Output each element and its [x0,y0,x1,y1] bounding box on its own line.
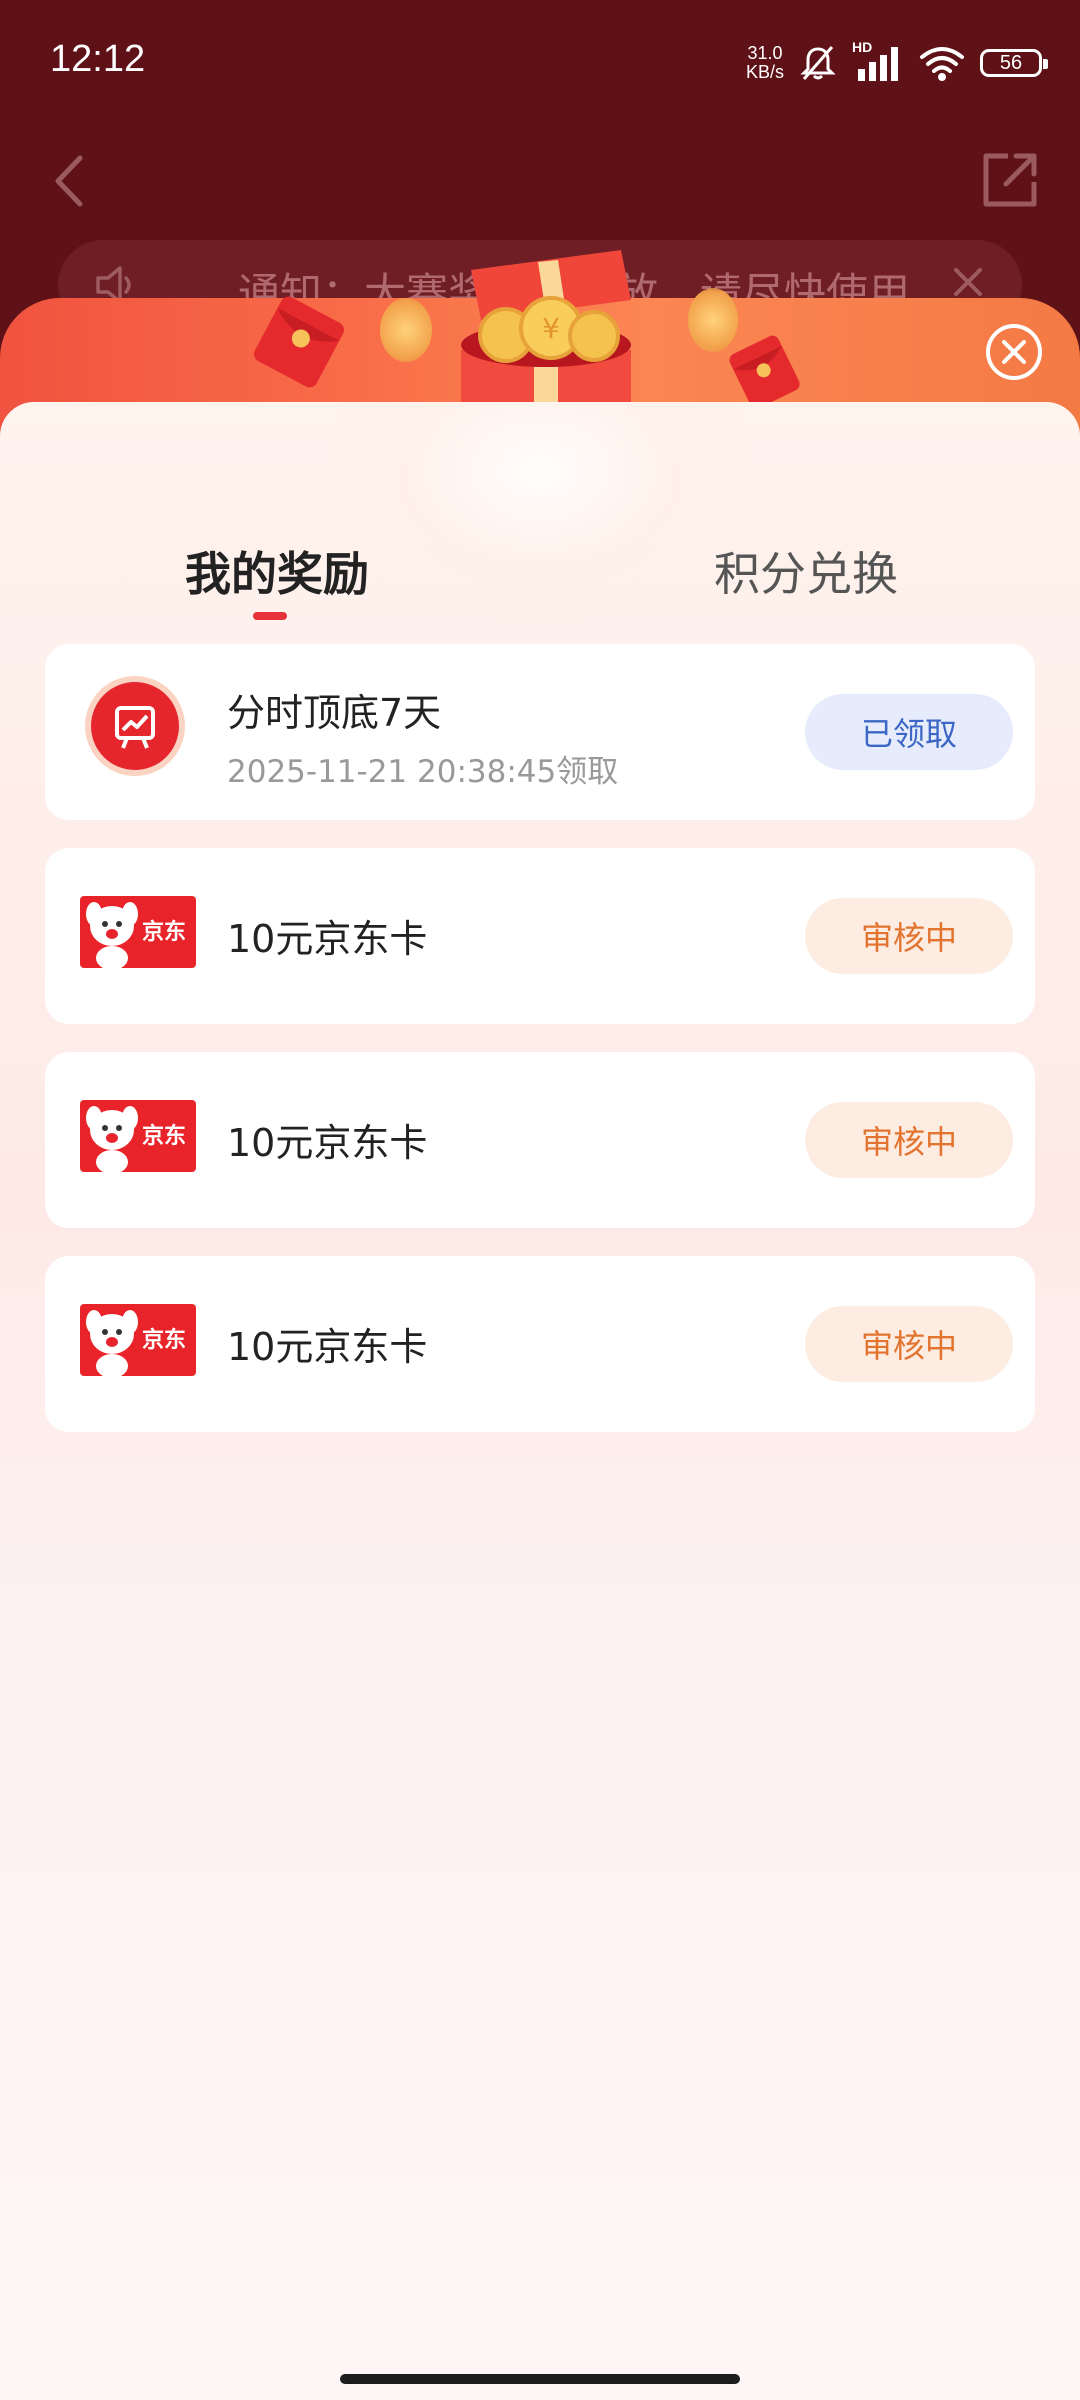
gold-coin-blur-left [380,298,432,362]
back-arrow-icon[interactable] [40,148,100,214]
claimed-button[interactable]: 已领取 [805,694,1013,770]
jd-card-label: 京东 [142,920,187,945]
under-review-label: 审核中 [860,1327,957,1365]
reward-title: 10元京东卡 [227,917,428,961]
jd-dog-icon [86,902,138,968]
sheet-glow [330,402,750,622]
gold-coin-blur-right [688,288,738,352]
red-envelope-left-icon [254,296,344,388]
sheet-body: 我的奖励 积分兑换 分时顶底7天 2025-11-21 20:38:45领取 已… [0,402,1080,2400]
jd-dog-icon [86,1310,138,1376]
reward-title: 分时顶底7天 [227,691,442,735]
chart-badge-icon [85,676,185,776]
tab-my-rewards[interactable]: 我的奖励 [185,538,369,604]
battery-indicator: 56 [980,49,1048,77]
share-icon[interactable] [978,148,1042,212]
svg-text:¥: ¥ [542,312,560,345]
network-speed-unit: KB/s [745,62,784,82]
reward-card: 京东 10元京东卡 审核中 [45,1052,1035,1228]
reward-claim-time: 2025-11-21 20:38:45领取 [227,754,619,790]
close-sheet-icon[interactable] [984,322,1044,382]
under-review-button[interactable]: 审核中 [805,1102,1013,1178]
network-speed: 31.0 KB/s [746,44,784,82]
notice-close-icon[interactable] [948,262,988,302]
under-review-button[interactable]: 审核中 [805,1306,1013,1382]
under-review-button[interactable]: 审核中 [805,898,1013,974]
jd-card-label: 京东 [142,1328,187,1353]
jd-card-icon: 京东 [80,896,196,968]
rewards-sheet: ¥ 我的奖励 积分兑换 分时顶底7天 2025-11-21 20:38:45领取… [0,250,1080,2400]
jd-card-icon: 京东 [80,1304,196,1376]
reward-title: 10元京东卡 [227,1121,428,1165]
tab-points-exchange[interactable]: 积分兑换 [714,538,898,604]
reward-card: 分时顶底7天 2025-11-21 20:38:45领取 已领取 [45,644,1035,820]
status-time: 12:12 [50,38,146,80]
home-indicator[interactable] [340,2374,740,2384]
reward-card: 京东 10元京东卡 审核中 [45,848,1035,1024]
signal-bars-icon [858,47,898,81]
claimed-button-label: 已领取 [860,715,957,753]
jd-dog-icon [86,1106,138,1172]
wifi-icon [920,47,964,81]
reward-card: 京东 10元京东卡 审核中 [45,1256,1035,1432]
jd-card-icon: 京东 [80,1100,196,1172]
network-speed-value: 31.0 [747,43,783,63]
reward-title: 10元京东卡 [227,1325,428,1369]
gift-box-icon: ¥ [461,250,631,420]
status-icons: 31.0 KB/s HD 56 [746,38,1048,88]
signal-indicator: HD [852,39,904,83]
jd-card-label: 京东 [142,1124,187,1149]
status-bar: 12:12 31.0 KB/s HD 56 [0,0,1080,125]
battery-level: 56 [999,51,1023,74]
under-review-label: 审核中 [860,1123,957,1161]
mute-bell-icon [800,46,836,80]
active-tab-indicator [253,612,287,620]
under-review-label: 审核中 [860,919,957,957]
